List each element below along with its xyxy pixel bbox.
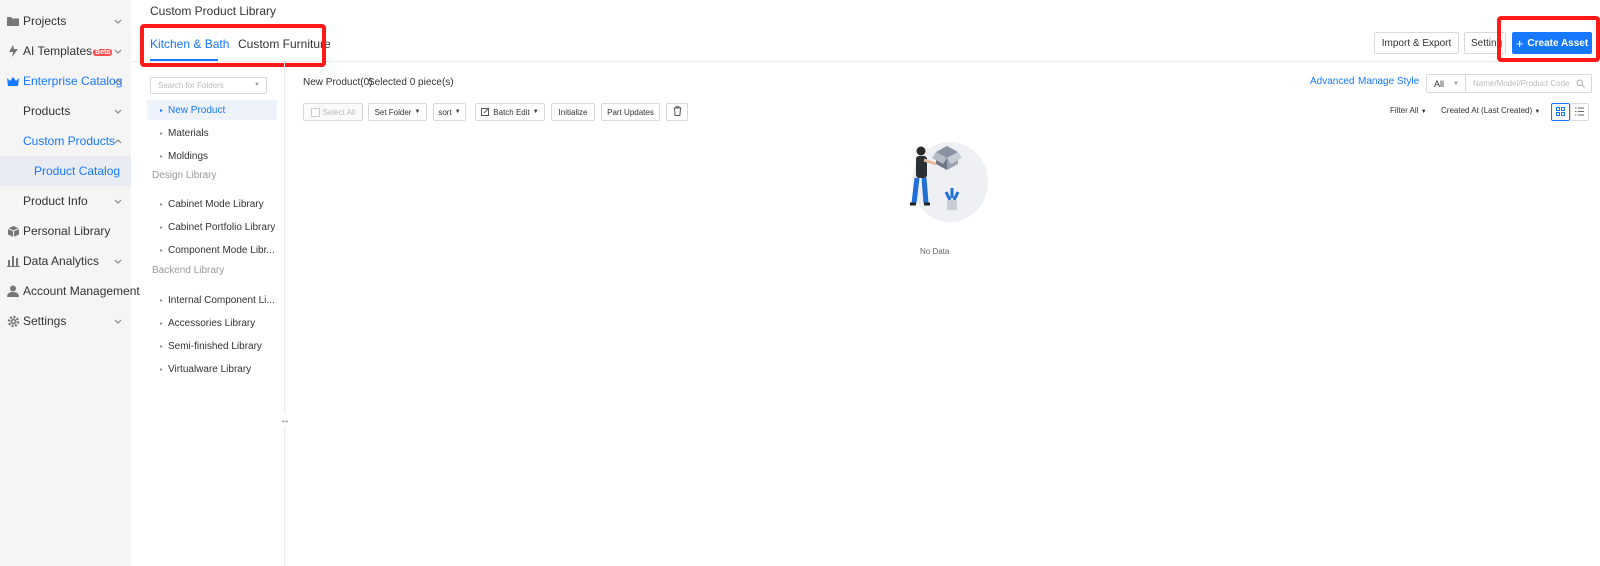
chevron-down-icon [113, 256, 123, 266]
caret-right-icon: ▸ [160, 107, 164, 114]
batch-edit-button[interactable]: Batch Edit ▼ [475, 103, 545, 121]
folder-item-materials[interactable]: ▸ Materials [147, 123, 277, 143]
chevron-up-icon [113, 136, 123, 146]
caret-right-icon: ▸ [160, 201, 164, 208]
sidebar-item-data-analytics[interactable]: Data Analytics [0, 246, 131, 276]
edit-icon [481, 107, 490, 118]
folder-item-internal-component-library[interactable]: ▸ Internal Component Li... [147, 290, 277, 310]
user-icon [6, 284, 20, 298]
folder-group-design-library: Design Library [152, 170, 217, 181]
caret-right-icon: ▸ [160, 366, 164, 373]
sort-button[interactable]: sort ▼ [433, 103, 466, 121]
product-count-label: New Product(0) [303, 77, 373, 88]
caret-right-icon: ▸ [160, 297, 164, 304]
grid-icon [1556, 105, 1565, 119]
create-asset-button[interactable]: + Create Asset [1512, 32, 1592, 54]
caret-down-icon: ▼ [414, 109, 421, 115]
sidebar: Projects AI Templates Beta Enterprise Cat… [0, 0, 140, 566]
manage-style-link[interactable]: Manage Style [1358, 76, 1419, 87]
product-search-placeholder: Name/Model/Product Code [1473, 79, 1570, 88]
folder-item-semi-finished-library[interactable]: ▸ Semi-finished Library [147, 336, 277, 356]
filter-all-dropdown[interactable]: Filter All ▼ [1390, 106, 1427, 115]
sidebar-item-product-catalog[interactable]: Product Catalog [0, 156, 131, 186]
caret-right-icon: ▸ [160, 247, 164, 254]
search-icon [1576, 79, 1585, 90]
folder-group-backend-library: Backend Library [152, 265, 225, 276]
caret-down-icon: ▼ [1453, 80, 1459, 87]
page-title: Custom Product Library [150, 4, 277, 18]
sidebar-item-product-info[interactable]: Product Info [0, 186, 131, 216]
sidebar-item-enterprise-catalog[interactable]: Enterprise Catalog [0, 66, 131, 96]
product-search-input[interactable]: Name/Model/Product Code [1465, 74, 1592, 93]
selected-count-label: Selected 0 piece(s) [368, 77, 454, 88]
sort-by-dropdown[interactable]: Created At (Last Created) ▼ [1441, 106, 1540, 115]
caret-right-icon: ▸ [160, 130, 164, 137]
folder-search-placeholder: Search for Folders [158, 81, 224, 90]
folder-search-input[interactable]: Search for Folders ▼ [150, 77, 267, 94]
sidebar-item-settings[interactable]: Settings [0, 306, 131, 336]
panel-resize-handle-icon[interactable]: ↔ [279, 413, 291, 427]
folder-item-component-mode-library[interactable]: ▸ Component Mode Libr... [147, 240, 277, 260]
caret-right-icon: ▸ [160, 320, 164, 327]
caret-down-icon: ▼ [1420, 109, 1427, 115]
set-folder-button[interactable]: Set Folder ▼ [368, 103, 427, 121]
sidebar-item-projects[interactable]: Projects [0, 6, 131, 36]
list-view-toggle[interactable] [1570, 103, 1589, 121]
chevron-down-icon [113, 196, 123, 206]
sidebar-item-account-management[interactable]: Account Management [0, 276, 140, 306]
chevron-up-icon [113, 76, 123, 86]
caret-down-icon: ▼ [454, 109, 461, 115]
trash-icon [673, 106, 682, 118]
advanced-link[interactable]: Advanced [1310, 76, 1354, 87]
create-asset-label: Create Asset [1527, 37, 1589, 49]
folder-item-virtualware-library[interactable]: ▸ Virtualware Library [147, 359, 277, 379]
checkbox-icon [310, 107, 320, 117]
folder-icon [6, 14, 20, 28]
caret-right-icon: ▸ [160, 224, 164, 231]
initialize-button[interactable]: Initialize [551, 103, 595, 121]
header-divider [131, 61, 1600, 62]
select-all-checkbox[interactable]: Select All [303, 103, 363, 121]
scope-select[interactable]: All ▼ [1426, 74, 1466, 93]
chevron-down-icon [113, 106, 123, 116]
folder-item-cabinet-mode-library[interactable]: ▸ Cabinet Mode Library [147, 194, 277, 214]
caret-right-icon: ▸ [160, 153, 164, 160]
grid-view-toggle[interactable] [1551, 103, 1570, 121]
empty-state-illustration [890, 138, 990, 232]
caret-down-icon: ▼ [532, 109, 539, 115]
sidebar-item-products[interactable]: Products [0, 96, 131, 126]
beta-badge: Beta [93, 49, 113, 56]
ai-templates-icon [6, 44, 20, 58]
folder-item-moldings[interactable]: ▸ Moldings [147, 146, 277, 166]
setting-button[interactable]: Setting [1464, 32, 1506, 54]
list-icon [1575, 105, 1584, 119]
crown-icon [6, 74, 20, 88]
plus-icon: + [1515, 35, 1524, 51]
chevron-down-icon [113, 316, 123, 326]
caret-down-icon: ▼ [254, 82, 260, 88]
caret-right-icon: ▸ [160, 343, 164, 350]
tab-kitchen-bath[interactable]: Kitchen & Bath [150, 37, 229, 51]
empty-state-text: No Data [920, 247, 950, 256]
tab-custom-furniture[interactable]: Custom Furniture [238, 37, 331, 51]
folder-item-cabinet-portfolio-library[interactable]: ▸ Cabinet Portfolio Library [147, 217, 277, 237]
chevron-down-icon [113, 46, 123, 56]
chevron-down-icon [113, 16, 123, 26]
folder-item-new-product[interactable]: ▸ New Product [147, 100, 277, 120]
sidebar-item-label: AI Templates [23, 44, 93, 58]
delete-button[interactable] [666, 103, 688, 121]
gear-icon [6, 314, 20, 328]
folder-item-accessories-library[interactable]: ▸ Accessories Library [147, 313, 277, 333]
caret-down-icon: ▼ [1534, 109, 1541, 115]
part-updates-button[interactable]: Part Updates [601, 103, 660, 121]
bar-chart-icon [6, 254, 20, 268]
sidebar-item-custom-products[interactable]: Custom Products [0, 126, 131, 156]
import-export-button[interactable]: Import & Export [1374, 32, 1459, 54]
cube-icon [6, 224, 20, 238]
sidebar-item-ai-templates[interactable]: AI Templates Beta [0, 36, 131, 66]
sidebar-item-personal-library[interactable]: Personal Library [0, 216, 131, 246]
scope-select-value: All [1434, 78, 1445, 89]
